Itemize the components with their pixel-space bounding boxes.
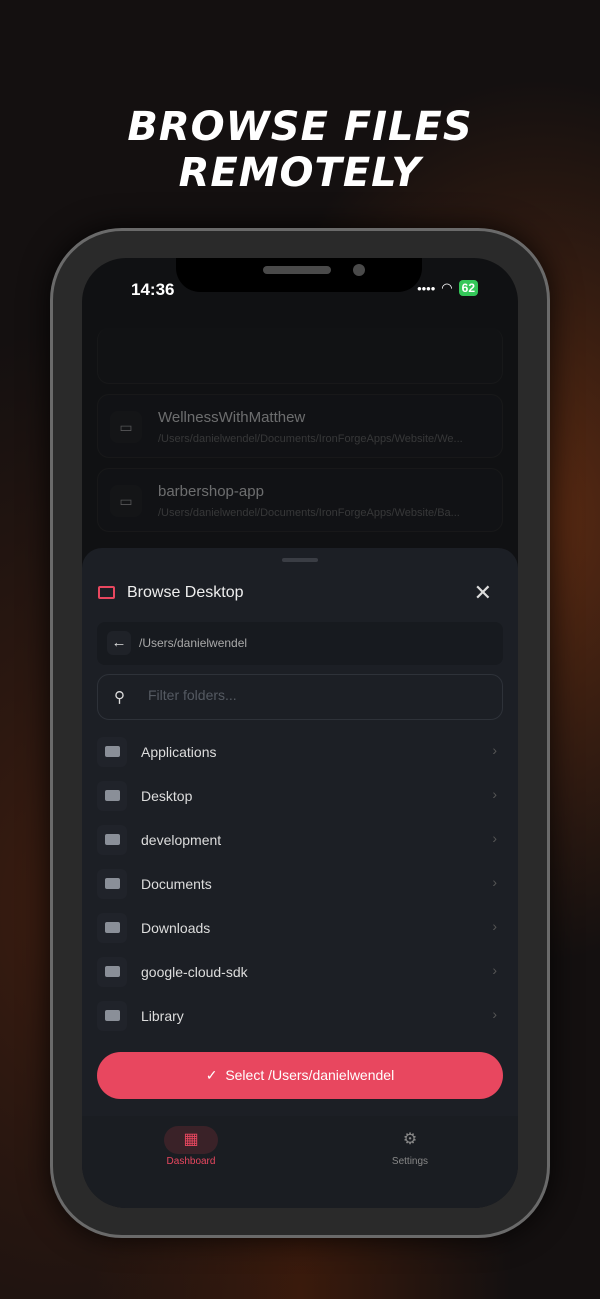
folder-row[interactable]: Documents ›: [97, 866, 503, 906]
folder-row[interactable]: Downloads ›: [97, 910, 503, 950]
list-item[interactable]: [97, 328, 503, 384]
folder-row[interactable]: Library ›: [97, 998, 503, 1038]
status-icons: •••• ◠ 62: [417, 280, 478, 296]
path-bar: ← /Users/danielwendel: [97, 622, 503, 665]
current-path: /Users/danielwendel: [139, 636, 248, 650]
item-name: WellnessWithMatthew: [158, 409, 306, 426]
list-item[interactable]: ▭ barbershop-app /Users/danielwendel/Doc…: [97, 468, 503, 532]
folder-icon: ▭: [110, 411, 142, 443]
item-name: barbershop-app: [158, 483, 264, 500]
folder-name: Applications: [141, 744, 217, 760]
folder-icon: ▭: [110, 485, 142, 517]
folder-icon: [97, 957, 127, 987]
folder-icon: [97, 913, 127, 943]
folder-icon: [97, 737, 127, 767]
folder-icon: [97, 869, 127, 899]
folder-icon: [97, 781, 127, 811]
tab-label: Dashboard: [166, 1156, 216, 1167]
browse-sheet: Browse Desktop ✕ ← /Users/danielwendel ⚲…: [82, 548, 518, 1208]
chevron-right-icon: ›: [492, 830, 497, 846]
wifi-icon: ◠: [441, 280, 453, 295]
status-time: 14:36: [131, 280, 175, 299]
filter-input[interactable]: [148, 687, 478, 703]
close-icon[interactable]: ✕: [474, 580, 492, 606]
folder-row[interactable]: Applications ›: [97, 734, 503, 774]
drag-handle[interactable]: [282, 558, 318, 562]
search-icon: ⚲: [114, 689, 125, 706]
dynamic-island: [176, 258, 422, 292]
phone-screen: 14:36 •••• ◠ 62 ‹ New Session ▭ Wellness…: [82, 258, 518, 1208]
tab-label: Settings: [391, 1156, 429, 1167]
tab-dashboard[interactable]: ▦ Dashboard: [131, 1126, 251, 1167]
folder-row[interactable]: development ›: [97, 822, 503, 862]
signal-icon: ••••: [417, 280, 436, 296]
dashboard-icon: ▦: [164, 1126, 218, 1154]
chevron-right-icon: ›: [492, 874, 497, 890]
folder-name: Desktop: [141, 788, 193, 804]
item-path: /Users/danielwendel/Documents/IronForgeA…: [158, 433, 463, 445]
folder-row[interactable]: google-cloud-sdk ›: [97, 954, 503, 994]
folder-icon: [98, 586, 115, 599]
headline: BROWSE FILES REMOTELY: [127, 104, 473, 196]
folder-name: Library: [141, 1008, 184, 1024]
filter-field[interactable]: ⚲: [97, 674, 503, 720]
list-item[interactable]: ▭ WellnessWithMatthew /Users/danielwende…: [97, 394, 503, 458]
folder-icon: [97, 1001, 127, 1031]
folder-name: Downloads: [141, 920, 211, 936]
folder-icon: [97, 825, 127, 855]
select-label: Select /Users/danielwendel: [225, 1067, 395, 1083]
select-button[interactable]: ✓ Select /Users/danielwendel: [97, 1052, 503, 1099]
chevron-right-icon: ›: [492, 786, 497, 802]
chevron-right-icon: ›: [492, 1006, 497, 1022]
arrow-left-icon[interactable]: ←: [107, 631, 131, 655]
folder-row[interactable]: Desktop ›: [97, 778, 503, 818]
check-icon: ✓: [205, 1067, 218, 1083]
battery-icon: 62: [458, 280, 478, 296]
chevron-right-icon: ›: [492, 962, 497, 978]
gear-icon: ⚙: [402, 1131, 418, 1148]
tab-bar: ▦ Dashboard ⚙ Settings: [82, 1116, 518, 1208]
folder-name: Documents: [141, 876, 212, 892]
folder-name: development: [141, 832, 222, 848]
chevron-right-icon: ›: [492, 742, 497, 758]
chevron-right-icon: ›: [492, 918, 497, 934]
item-path: /Users/danielwendel/Documents/IronForgeA…: [158, 507, 460, 519]
sheet-title: Browse Desktop: [127, 584, 244, 601]
tab-settings[interactable]: ⚙ Settings: [350, 1126, 470, 1167]
folder-name: google-cloud-sdk: [141, 964, 248, 980]
